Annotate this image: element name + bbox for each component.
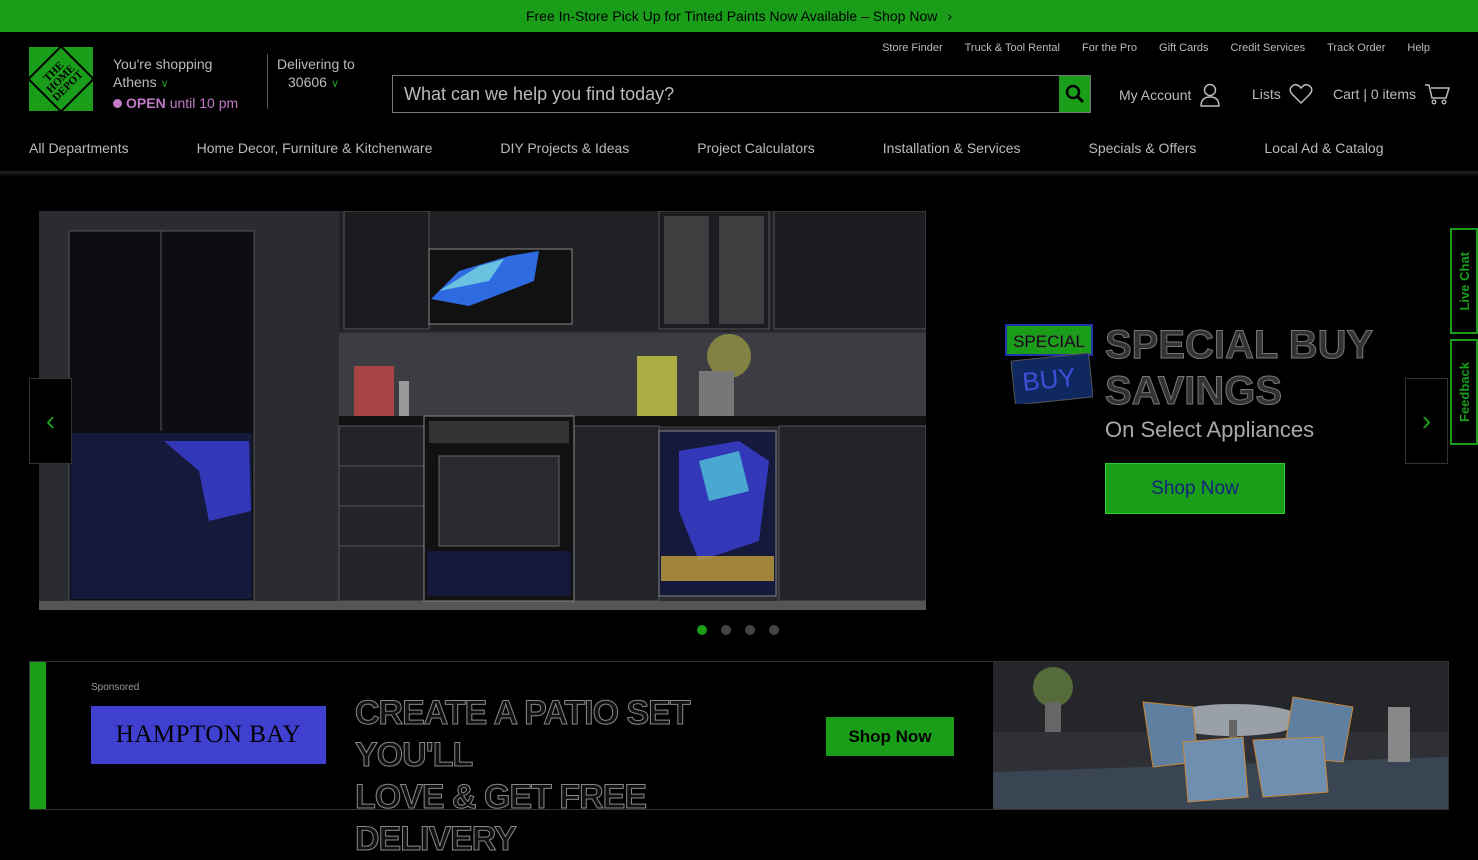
heart-icon <box>1289 83 1313 105</box>
store-city: Athens <box>113 74 157 90</box>
search-icon <box>1065 84 1084 104</box>
nav-diy-projects[interactable]: DIY Projects & Ideas <box>500 140 629 156</box>
search-input[interactable] <box>393 76 1059 112</box>
carousel-dot-1[interactable] <box>697 625 707 635</box>
carousel-dot-3[interactable] <box>745 625 755 635</box>
logo-emblem: THE HOME DEPOT <box>29 47 93 111</box>
promo-banner[interactable]: Free In-Store Pick Up for Tinted Paints … <box>0 0 1478 32</box>
header-shadow <box>0 171 1478 177</box>
feedback-label: Feedback <box>1456 362 1472 422</box>
cart-icon <box>1425 84 1450 105</box>
badge-top-text: SPECIAL <box>1013 332 1085 351</box>
nav-home-decor[interactable]: Home Decor, Furniture & Kitchenware <box>197 140 433 156</box>
chevron-down-icon: ∨ <box>160 78 169 90</box>
hero-subtitle: On Select Appliances <box>1105 417 1315 442</box>
ad-shop-now-button[interactable]: Shop Now <box>826 717 954 756</box>
nav-local-ad-catalog[interactable]: Local Ad & Catalog <box>1264 140 1383 156</box>
ad-headline-line1: CREATE A PATIO SET YOU'LL <box>355 694 692 775</box>
hampton-bay-logo: HAMPTON BAY <box>91 706 326 764</box>
hero-title-line2: SAVINGS <box>1104 369 1283 414</box>
live-chat-tab[interactable]: Live Chat <box>1450 228 1478 334</box>
chevron-down-icon: ∨ <box>330 78 339 90</box>
delivery-label: Delivering to <box>277 56 355 72</box>
cart-label: Cart | 0 items <box>1333 86 1416 102</box>
patio-illustration <box>993 662 1448 809</box>
promo-text[interactable]: Free In-Store Pick Up for Tinted Paints … <box>526 8 937 24</box>
special-buy-badge: SPECIAL BUY <box>1005 324 1093 404</box>
search-bar <box>392 75 1091 113</box>
main-nav: All Departments Home Decor, Furniture & … <box>29 140 1452 156</box>
sponsored-ad-banner[interactable]: Sponsored HAMPTON BAY CREATE A PATIO SET… <box>29 661 1449 859</box>
hero-kitchen-image[interactable] <box>39 211 926 610</box>
link-store-finder[interactable]: Store Finder <box>882 42 943 54</box>
store-hours-text: until 10 pm <box>169 95 239 111</box>
kitchen-illustration <box>39 211 926 610</box>
badge-bottom-text: BUY <box>1021 362 1077 397</box>
my-account-label: My Account <box>1119 87 1192 103</box>
carousel-dot-4[interactable] <box>769 625 779 635</box>
store-hours: OPEN until 10 pm <box>113 94 238 112</box>
patio-set-image <box>993 662 1448 809</box>
link-for-the-pro[interactable]: For the Pro <box>1082 42 1137 54</box>
ad-headline: CREATE A PATIO SET YOU'LL LOVE & GET FRE… <box>355 692 785 860</box>
lists-link[interactable]: Lists <box>1252 83 1313 105</box>
live-chat-label: Live Chat <box>1456 251 1472 311</box>
nav-specials-offers[interactable]: Specials & Offers <box>1089 140 1197 156</box>
ad-headline-line2: LOVE & GET FREE DELIVERY <box>355 778 648 859</box>
chevron-right-icon: › <box>1421 405 1432 436</box>
utility-links: Store Finder Truck & Tool Rental For the… <box>882 42 1430 54</box>
hero-title: SPECIAL BUY SAVINGS <box>1104 322 1374 414</box>
site-header: THE HOME DEPOT You're shopping Athens ∨ O… <box>0 32 1478 172</box>
carousel-indicators <box>697 625 779 635</box>
logo-text: THE HOME DEPOT <box>41 59 86 104</box>
my-account-link[interactable]: My Account <box>1119 83 1221 107</box>
delivery-zip-row[interactable]: 30606 ∨ <box>277 73 355 93</box>
carousel-next-button[interactable]: › <box>1405 378 1448 464</box>
search-button[interactable] <box>1059 76 1090 112</box>
open-status-dot <box>113 98 122 108</box>
carousel-dot-2[interactable] <box>721 625 731 635</box>
nav-all-departments[interactable]: All Departments <box>29 140 129 156</box>
link-help[interactable]: Help <box>1407 42 1430 54</box>
nav-installation-services[interactable]: Installation & Services <box>883 140 1021 156</box>
chevron-right-icon: › <box>947 8 953 24</box>
delivery-zip: 30606 <box>288 74 327 90</box>
nav-project-calculators[interactable]: Project Calculators <box>697 140 815 156</box>
hero-shop-now-button[interactable]: Shop Now <box>1105 463 1285 514</box>
sponsored-label: Sponsored <box>91 682 140 693</box>
store-city-row[interactable]: Athens ∨ <box>113 73 238 93</box>
hero-title-line1: SPECIAL BUY <box>1104 323 1374 368</box>
lists-label: Lists <box>1252 86 1281 102</box>
store-line1: You're shopping <box>113 56 213 72</box>
header-divider <box>267 54 268 109</box>
chevron-left-icon: ‹ <box>45 405 56 436</box>
link-gift-cards[interactable]: Gift Cards <box>1159 42 1209 54</box>
link-track-order[interactable]: Track Order <box>1327 42 1385 54</box>
home-depot-logo[interactable]: THE HOME DEPOT <box>29 47 93 111</box>
user-icon <box>1200 83 1221 107</box>
delivery-selector[interactable]: Delivering to 30606 ∨ <box>277 55 355 93</box>
carousel-prev-button[interactable]: ‹ <box>29 378 72 464</box>
store-selector[interactable]: You're shopping Athens ∨ OPEN until 10 pm <box>113 55 238 112</box>
feedback-tab[interactable]: Feedback <box>1450 339 1478 445</box>
ad-accent-stripe <box>30 662 46 809</box>
link-truck-tool-rental[interactable]: Truck & Tool Rental <box>965 42 1060 54</box>
open-status: OPEN <box>126 95 166 111</box>
link-credit-services[interactable]: Credit Services <box>1231 42 1306 54</box>
cart-link[interactable]: Cart | 0 items <box>1333 83 1450 105</box>
